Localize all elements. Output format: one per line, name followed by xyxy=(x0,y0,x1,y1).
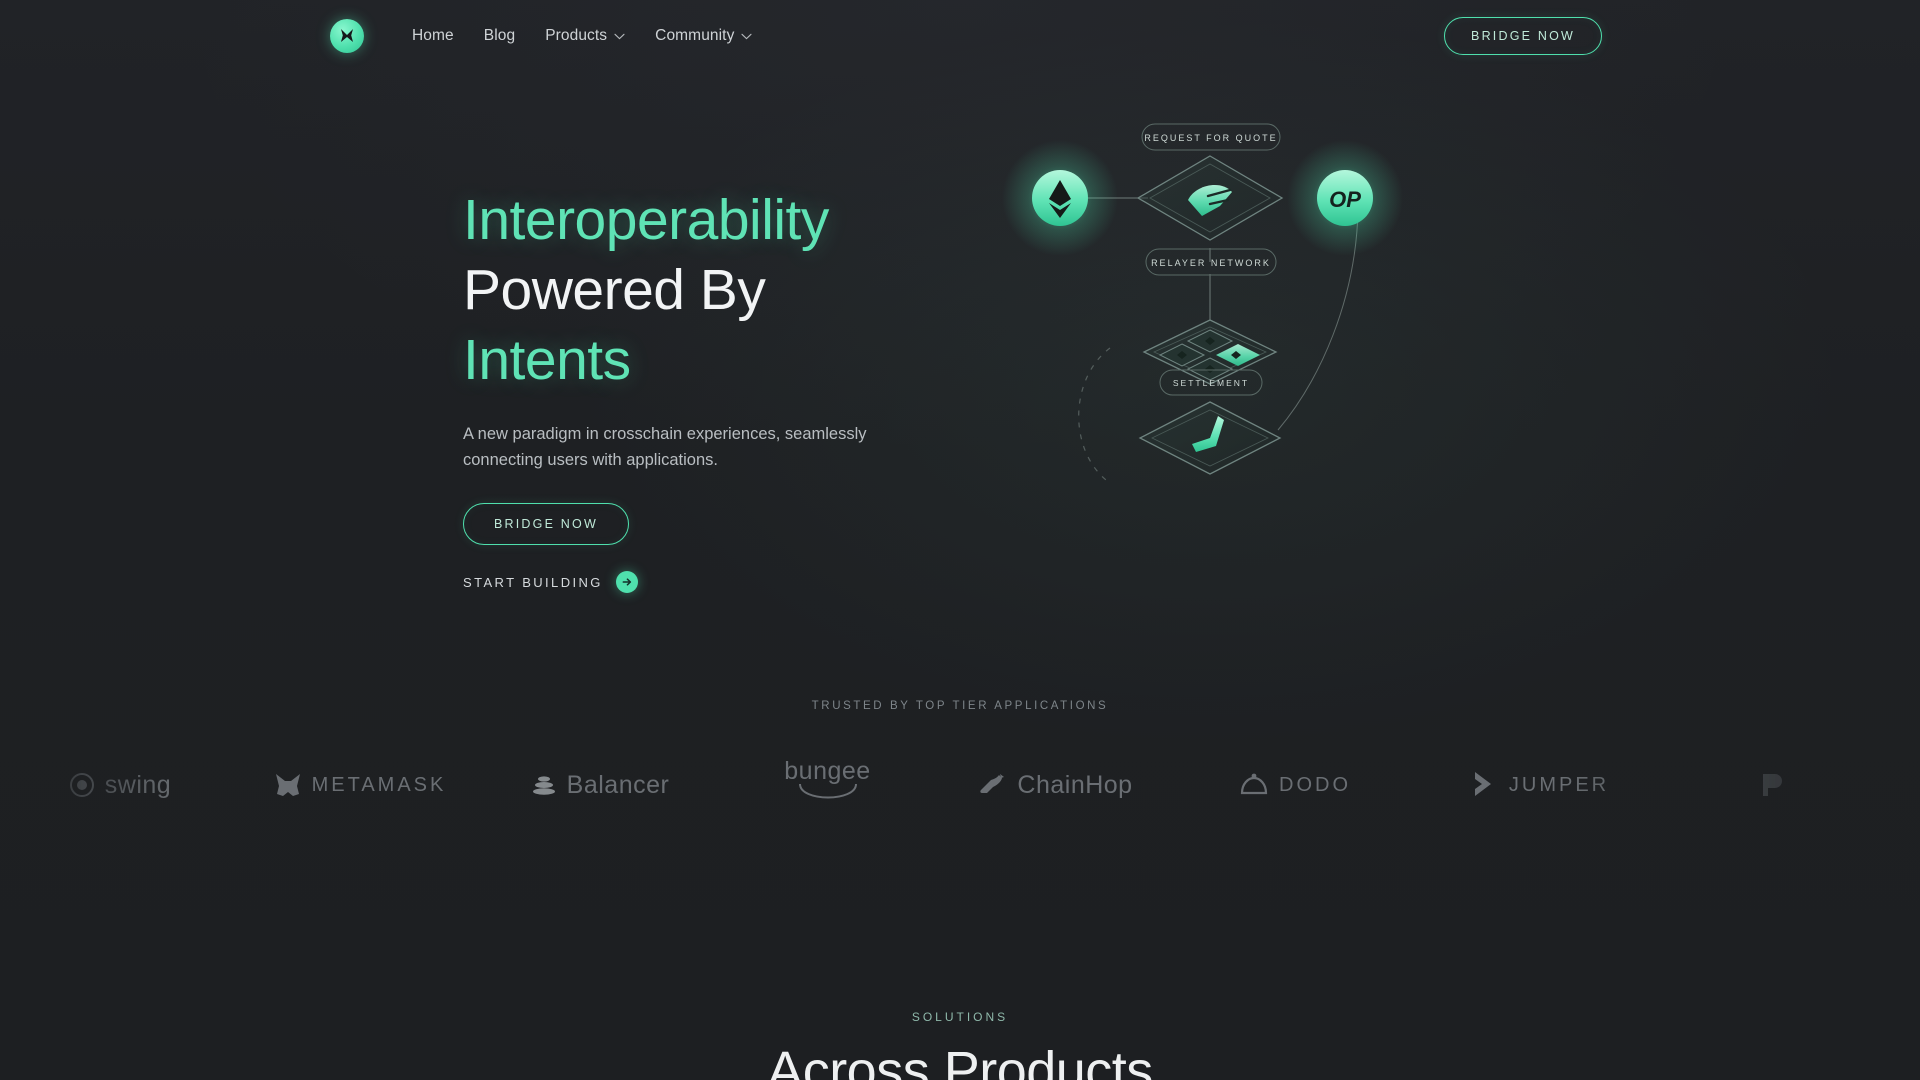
hero-headline-line-2: Powered By xyxy=(463,258,766,322)
partner-logo-partner-extra[interactable] xyxy=(1665,745,1880,825)
svg-text:REQUEST FOR QUOTE: REQUEST FOR QUOTE xyxy=(1144,133,1277,143)
nav-link-label: Community xyxy=(655,27,735,44)
partner-logo-label: ChainHop xyxy=(1017,770,1133,799)
optimism-node: OP xyxy=(1287,140,1403,256)
partner-logo-metamask[interactable]: METAMASK xyxy=(240,745,480,825)
trusted-by-label: TRUSTED BY TOP TIER APPLICATIONS xyxy=(811,700,1109,712)
swing-icon xyxy=(69,772,95,798)
chevron-down-icon xyxy=(741,33,752,39)
partner-logo-label: swing xyxy=(104,770,172,799)
relayer-network-plate xyxy=(1142,319,1278,385)
hero-cta-group: BRIDGE NOW xyxy=(463,503,1023,545)
chevron-down-icon xyxy=(614,33,625,39)
interoperability-diagram: REQUEST FOR QUOTE OP RELAYER NETWORK SET… xyxy=(1002,123,1480,570)
hero-section: Interoperability Powered By Intents A ne… xyxy=(463,185,1023,593)
nav-link-blog[interactable]: Blog xyxy=(484,27,515,45)
partner-logo-row: swing METAMASK Balancer bungee ChainHop DODO J… xyxy=(0,745,1920,825)
partner-logo-jumper[interactable]: JUMPER xyxy=(1415,745,1665,825)
bungee-smile-icon: bungee xyxy=(784,757,870,813)
nav-link-label: Home xyxy=(412,27,454,44)
svg-text:OP: OP xyxy=(1329,187,1361,212)
metamask-fox-icon xyxy=(274,772,302,798)
label-relayer-network: RELAYER NETWORK xyxy=(1145,248,1277,276)
partner-logo-dodo[interactable]: DODO xyxy=(1175,745,1415,825)
hero-headline-line-3: Intents xyxy=(463,328,631,392)
partner-logo-label: DODO xyxy=(1279,773,1351,796)
partner-logo-balancer[interactable]: Balancer xyxy=(480,745,720,825)
svg-text:RELAYER NETWORK: RELAYER NETWORK xyxy=(1151,258,1271,268)
partner-logo-chainhop[interactable]: ChainHop xyxy=(935,745,1175,825)
nav-link-home[interactable]: Home xyxy=(412,27,454,45)
hero-headline: Interoperability Powered By Intents xyxy=(463,185,1023,395)
dodo-bird-icon xyxy=(1239,773,1269,797)
across-x-logo-icon[interactable] xyxy=(330,19,364,53)
nav-links: Home Blog Products Community xyxy=(412,27,752,45)
hero-headline-line-1: Interoperability xyxy=(463,188,829,252)
partner-logo-swing[interactable]: swing xyxy=(0,745,240,825)
partner-logo-label: METAMASK xyxy=(311,773,447,796)
jumper-icon xyxy=(1471,770,1499,800)
partner-logo-label: JUMPER xyxy=(1508,773,1610,796)
arrow-right-circle-icon xyxy=(615,571,638,593)
nav-bridge-now-button[interactable]: BRIDGE NOW xyxy=(1444,17,1602,55)
start-building-label: START BUILDING xyxy=(463,574,603,590)
start-building-link[interactable]: START BUILDING xyxy=(463,571,638,593)
nav-link-community[interactable]: Community xyxy=(655,27,752,45)
svg-text:SETTLEMENT: SETTLEMENT xyxy=(1173,378,1249,388)
solutions-eyebrow: SOLUTIONS xyxy=(911,1010,1009,1024)
ethereum-node xyxy=(1002,140,1118,256)
hero-bridge-now-button[interactable]: BRIDGE NOW xyxy=(463,503,629,545)
nav-link-products[interactable]: Products xyxy=(545,27,625,45)
page-root: Home Blog Products Community BRIDGE NOW xyxy=(0,0,1920,1080)
diagram-svg: REQUEST FOR QUOTE OP RELAYER NETWORK SET… xyxy=(1002,123,1403,481)
label-request-for-quote: REQUEST FOR QUOTE xyxy=(1141,123,1281,151)
quote-diamond-node xyxy=(1136,155,1284,241)
nav-link-label: Blog xyxy=(483,27,516,44)
partner-logo-icon xyxy=(1758,770,1788,800)
bungee-arc-icon xyxy=(796,782,860,813)
solutions-title: Across Products xyxy=(767,1041,1153,1080)
hero-subtitle: A new paradigm in crosschain experiences… xyxy=(463,425,867,469)
balancer-icon xyxy=(531,772,557,798)
partner-logo-label: Balancer xyxy=(566,770,670,799)
settlement-diamond-node xyxy=(1138,401,1282,475)
top-navigation-bar: Home Blog Products Community BRIDGE NOW xyxy=(0,0,1920,72)
nav-link-label: Products xyxy=(545,27,608,44)
partner-logo-bungee[interactable]: bungee xyxy=(720,745,935,825)
chainhop-bird-icon xyxy=(977,773,1007,797)
